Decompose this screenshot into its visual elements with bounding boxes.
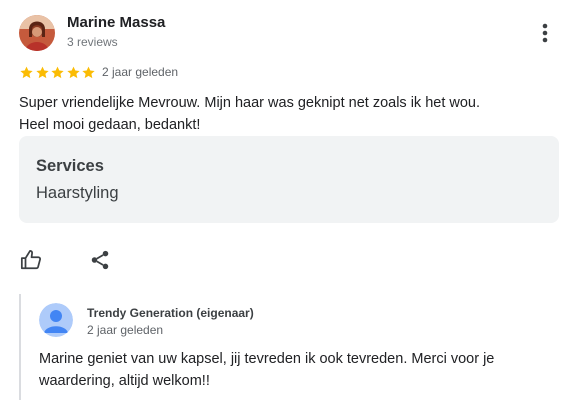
share-icon	[91, 250, 109, 270]
owner-response: Trendy Generation (eigenaar) 2 jaar gele…	[19, 294, 561, 400]
review-text-line: Heel mooi gedaan, bedankt!	[19, 117, 201, 133]
star-icon	[51, 66, 64, 78]
star-icon	[20, 66, 33, 78]
owner-response-date: 2 jaar geleden	[87, 323, 164, 337]
owner-name: Trendy Generation (eigenaar)	[87, 306, 254, 320]
review-date: 2 jaar geleden	[102, 65, 179, 79]
reviewer-avatar[interactable]	[19, 15, 55, 51]
star-rating	[19, 64, 97, 80]
like-button[interactable]	[19, 248, 43, 272]
star-icon	[35, 66, 49, 78]
star-icon	[82, 66, 95, 78]
owner-text-line: Marine geniet van uw kapsel, jij tevrede…	[39, 351, 495, 367]
review-text: Super vriendelijke Mevrouw. Mijn haar wa…	[19, 92, 549, 136]
more-options-button[interactable]	[532, 20, 558, 46]
review-text-line: Super vriendelijke Mevrouw. Mijn haar wa…	[19, 95, 481, 111]
more-vert-icon	[542, 23, 548, 43]
share-button[interactable]	[88, 248, 112, 272]
owner-text-line: waardering, altijd welkom!!	[39, 373, 210, 389]
reviewer-name[interactable]: Marine Massa	[67, 14, 165, 32]
reviewer-review-count[interactable]: 3 reviews	[67, 34, 118, 50]
services-value: Haarstyling	[36, 184, 119, 202]
services-panel: Services Haarstyling	[19, 136, 559, 223]
services-title: Services	[36, 157, 104, 175]
owner-response-text: Marine geniet van uw kapsel, jij tevrede…	[39, 348, 539, 392]
owner-avatar	[39, 303, 73, 337]
thumbs-up-icon	[20, 249, 42, 270]
star-icon	[66, 66, 80, 78]
review-card: Marine Massa 3 reviews 2 jaar geleden Su…	[0, 0, 572, 412]
